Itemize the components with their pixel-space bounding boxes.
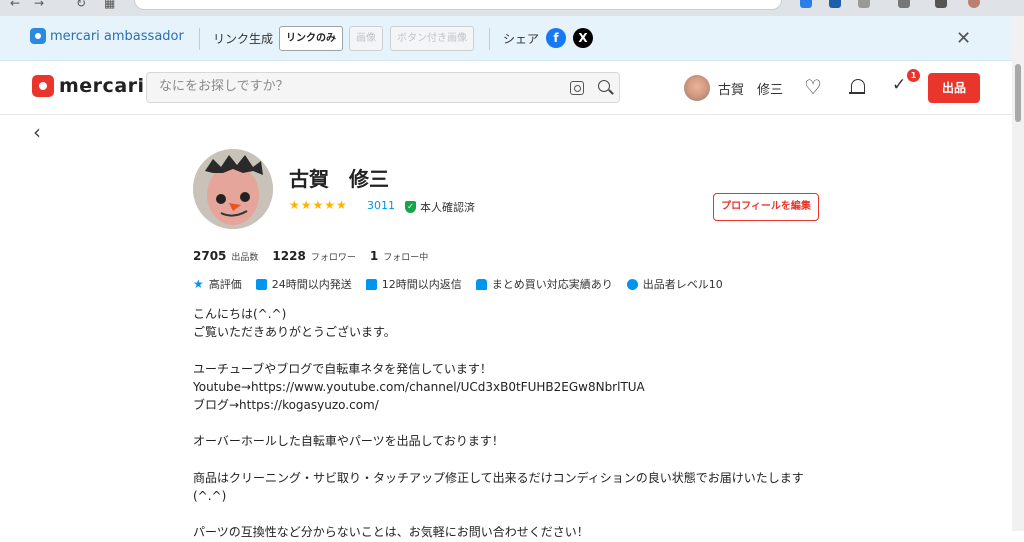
scrollbar-thumb[interactable] (1015, 64, 1021, 122)
badge-label: まとめ買い対応実績あり (491, 278, 613, 291)
listings-label: 出品数 (231, 253, 259, 263)
extension-icon[interactable] (829, 0, 841, 8)
avatar-image (193, 149, 273, 229)
ambassador-logo: mercari ambassador (30, 28, 184, 44)
mercari-logo-text: mercari (59, 75, 145, 97)
listings-count: 2705 (193, 249, 227, 263)
search-input[interactable] (159, 79, 559, 94)
badge-fast-reply: 12時間以内返信 (365, 276, 462, 292)
site-header: mercari 古賀 修三 ♡ ✓ 1 出品 (0, 61, 1012, 115)
badge-bundle-purchase: まとめ買い対応実績あり (475, 276, 613, 292)
extension-icon[interactable] (898, 0, 910, 8)
forward-icon[interactable]: → (34, 0, 44, 10)
extension-icon[interactable] (935, 0, 947, 8)
image-button[interactable]: 画像 (349, 26, 383, 51)
divider (489, 28, 490, 50)
link-only-button[interactable]: リンクのみ (279, 26, 343, 51)
header-user-name[interactable]: 古賀 修三 (718, 79, 783, 98)
extension-icon[interactable] (800, 0, 812, 8)
following-label[interactable]: フォロー中 (383, 250, 428, 263)
verified-label: 本人確認済 (420, 201, 475, 214)
truck-icon (255, 278, 267, 290)
edit-profile-button[interactable]: プロフィールを編集 (713, 193, 819, 221)
apps-icon[interactable]: ▦ (104, 0, 115, 10)
search-icon[interactable] (598, 80, 610, 92)
checkmark-icon[interactable]: ✓ (892, 75, 906, 95)
bundle-icon (475, 278, 487, 290)
profile-name: 古賀 修三 (289, 167, 389, 191)
profile-introduction: こんにちは(^.^) ご覧いただきありがとうございます。 ユーチューブやブログで… (193, 307, 804, 540)
followers-count[interactable]: 1228 (272, 249, 305, 263)
search-box[interactable] (146, 72, 620, 103)
camera-icon[interactable] (570, 81, 584, 95)
browser-toolbar: ← → ↻ ▦ (0, 0, 1024, 16)
divider (199, 28, 200, 50)
verified-status: ✓ 本人確認済 (405, 199, 475, 215)
facebook-icon[interactable]: f (546, 28, 566, 48)
profile-avatar-icon[interactable] (968, 0, 980, 8)
mercari-logo[interactable]: mercari (32, 75, 145, 97)
button-image-button[interactable]: ボタン付き画像 (390, 26, 474, 51)
badge-seller-level: 出品者レベル10 (626, 276, 723, 292)
extension-icon[interactable] (858, 0, 870, 8)
badge-label: 24時間以内発送 (271, 278, 352, 291)
todo-count-badge: 1 (907, 69, 920, 82)
profile-avatar (193, 149, 273, 229)
followers-label[interactable]: フォロワー (311, 250, 356, 263)
link-generate-label: リンク生成 (213, 32, 274, 46)
badge-high-rating: ★ 高評価 (193, 276, 242, 292)
ambassador-logo-icon (30, 28, 46, 44)
ambassador-brand: mercari ambassador (50, 28, 184, 44)
share-label: シェア (503, 32, 540, 46)
mercari-logo-icon (32, 75, 54, 97)
star-icon: ★ (193, 276, 204, 291)
badge-label: 12時間以内返信 (381, 278, 462, 291)
badge-label: 出品者レベル10 (642, 278, 723, 291)
reload-icon[interactable]: ↻ (76, 0, 86, 10)
close-icon[interactable]: ✕ (956, 28, 971, 49)
scrollbar[interactable] (1012, 16, 1024, 531)
rating-stars: ★★★★★ (289, 198, 348, 212)
back-chevron-icon[interactable]: ‹ (33, 120, 41, 144)
sell-button[interactable]: 出品 (928, 73, 980, 103)
ambassador-bar: mercari ambassador リンク生成 リンクのみ 画像 ボタン付き画… (0, 16, 1012, 61)
bell-icon[interactable] (849, 79, 865, 95)
heart-icon[interactable]: ♡ (804, 77, 822, 97)
x-icon[interactable]: X (573, 28, 593, 48)
back-icon[interactable]: ← (10, 0, 20, 10)
seller-badges: ★ 高評価 24時間以内発送 12時間以内返信 まとめ買い対応実績あり 出品者レ… (193, 276, 737, 292)
following-count[interactable]: 1 (370, 249, 378, 263)
medal-icon (626, 278, 638, 290)
rating-count-link[interactable]: 3011 (367, 199, 395, 212)
chat-icon (365, 278, 377, 290)
badge-fast-shipping: 24時間以内発送 (255, 276, 352, 292)
profile-stats: 2705 出品数 1228 フォロワー 1 フォロー中 (193, 249, 442, 263)
address-bar[interactable] (134, 0, 782, 10)
avatar[interactable] (684, 75, 710, 101)
badge-label: 高評価 (208, 278, 242, 291)
shield-check-icon: ✓ (405, 201, 416, 213)
